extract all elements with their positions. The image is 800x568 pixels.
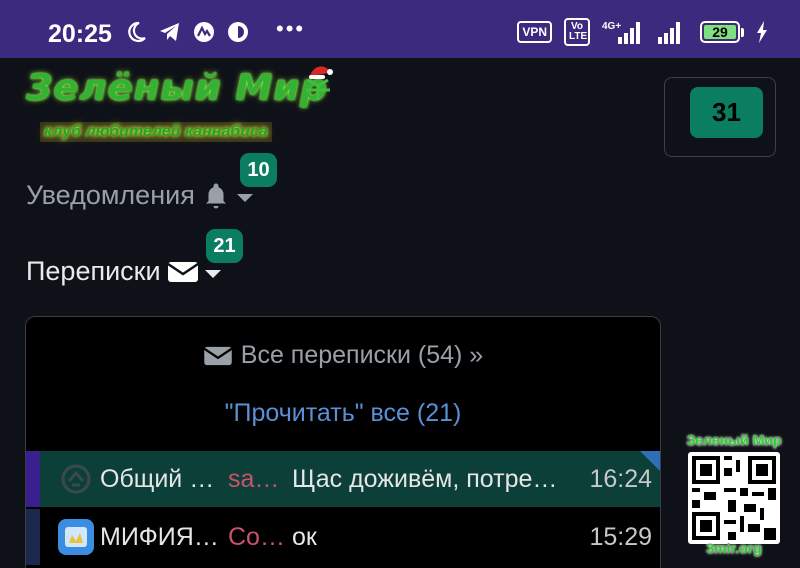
conversations-menu[interactable]: Переписки (26, 256, 221, 287)
conversation-last-message: Щас доживём, потре… (292, 464, 558, 493)
telegram-icon (65, 527, 87, 547)
notifications-label: Уведомления (26, 180, 195, 210)
network-type-label: 4G+ (602, 21, 621, 32)
chevron-down-icon (236, 193, 253, 202)
conversation-title: МИФИЯ… (100, 522, 219, 551)
all-conversations-link[interactable]: Все переписки (54) » (26, 341, 660, 370)
conversations-badge: 21 (206, 229, 243, 263)
app-logo-icon (194, 22, 214, 42)
more-notifications-icon: ••• (276, 16, 306, 41)
unread-corner-marker (640, 451, 660, 473)
watermark-bottom-text: 3mir.org (706, 540, 762, 556)
status-notification-icons: ••• (124, 16, 305, 44)
data-saver-icon (228, 22, 248, 42)
all-conversations-label: Все переписки (54) » (240, 341, 484, 369)
notifications-menu[interactable]: Уведомления (26, 180, 253, 211)
watermark-top-text: Зеленый Мир (686, 432, 782, 448)
conversation-author[interactable]: sa… (228, 465, 284, 494)
envelope-icon (166, 261, 199, 282)
conversation-row[interactable]: МИФИЯ… Co… ок 15:29 (26, 509, 660, 565)
conversations-label: Переписки (26, 256, 161, 286)
conversations-dropdown: Все переписки (54) » "Прочитать" все (21… (25, 316, 661, 568)
group-chat-icon (61, 464, 91, 494)
watermark: Зеленый Мир 3mir.org (684, 432, 784, 562)
alerts-counter[interactable]: 31 (690, 87, 763, 138)
conversation-last-message: ок (292, 522, 317, 551)
status-system-icons: VPN Vo LTE 4G+ 29 (517, 18, 768, 46)
conversation-author[interactable]: Co… (228, 523, 284, 552)
battery-icon: 29 (700, 21, 744, 43)
conversation-row[interactable]: Общий … sa… Щас доживём, потре… 16:24 (26, 451, 660, 507)
telegram-icon (160, 23, 179, 41)
conversation-avatar (58, 519, 94, 555)
moon-icon (128, 21, 146, 43)
logo-title: Зелёный Мир (26, 67, 328, 108)
status-time: 20:25 (48, 20, 112, 48)
cannabis-leaf-icon (306, 66, 333, 100)
notifications-badge: 10 (240, 153, 277, 187)
vpn-icon: VPN (517, 21, 552, 43)
conversation-time: 15:29 (589, 522, 652, 551)
logo-subtitle: клуб любителей каннабиса (40, 122, 272, 142)
envelope-icon (203, 346, 233, 365)
mark-all-read-link[interactable]: "Прочитать" все (21) (26, 399, 660, 428)
alerts-counter-box[interactable]: 31 (664, 77, 776, 157)
volte-icon: Vo LTE (564, 18, 590, 46)
charging-icon (757, 21, 767, 43)
chevron-down-icon (204, 269, 221, 278)
group-avatar (58, 461, 94, 497)
battery-level: 29 (704, 25, 736, 39)
conversation-title: Общий … (100, 464, 215, 493)
signal-icon (658, 22, 680, 44)
site-logo[interactable]: Зелёный Мир клуб любителей каннабиса (26, 62, 333, 152)
bell-icon (205, 183, 226, 208)
status-bar: 20:25 ••• VPN Vo LTE 4G+ 29 (0, 0, 800, 58)
qr-code-icon (688, 452, 780, 544)
signal-4g-icon: 4G+ (602, 21, 640, 44)
